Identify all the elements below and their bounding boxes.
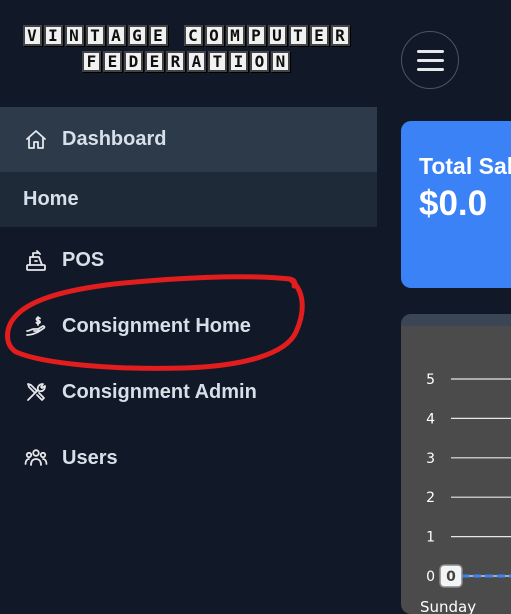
logo-letter: N: [271, 51, 290, 72]
sidebar-item-label: Consignment Home: [62, 314, 251, 337]
logo-letter: T: [208, 51, 227, 72]
y-tick-label: 0: [426, 569, 435, 585]
hamburger-line: [416, 67, 444, 71]
sales-chart: 5 4 3 2 1 0 0 Sunday: [420, 372, 511, 614]
logo-line-2: F E D E R A T I O N: [10, 51, 362, 72]
y-tick-label: 3: [426, 451, 435, 467]
logo-letter: C: [183, 25, 203, 46]
y-tick-label: 1: [426, 530, 435, 546]
hamburger-line: [416, 49, 444, 53]
logo-letter: M: [225, 25, 245, 46]
sidebar-item-pos[interactable]: POS: [0, 227, 377, 293]
logo-letter: I: [43, 25, 63, 46]
sidebar: Dashboard Home POS Consignment Home Cons…: [0, 107, 377, 491]
sidebar-item-consignment-admin[interactable]: Consignment Admin: [0, 359, 377, 425]
logo-letter: I: [229, 51, 248, 72]
total-sales-card: Total Sal $0.0: [401, 121, 511, 288]
sidebar-item-label: Users: [62, 446, 118, 469]
logo-letter: O: [204, 25, 224, 46]
cash-register-icon: [23, 247, 49, 273]
sidebar-item-consignment-home[interactable]: Consignment Home: [0, 293, 377, 359]
logo-letter: A: [106, 25, 126, 46]
site-logo[interactable]: V I N T A G E C O M P U T E R F E D E R …: [10, 25, 362, 72]
sales-chart-panel: 5 4 3 2 1 0 0 Sunday: [401, 314, 511, 614]
logo-letter: R: [166, 51, 185, 72]
x-tick-label: Sunday: [420, 598, 476, 614]
users-icon: [23, 445, 49, 471]
sidebar-item-home[interactable]: Home: [0, 172, 377, 227]
sidebar-item-label: Home: [23, 188, 79, 210]
logo-letter: E: [148, 25, 168, 46]
home-icon: [23, 127, 49, 153]
logo-letter: O: [250, 51, 269, 72]
logo-letter: E: [309, 25, 329, 46]
tools-icon: [23, 379, 49, 405]
logo-letter: P: [246, 25, 266, 46]
y-tick-label: 5: [426, 372, 435, 388]
logo-letter: T: [85, 25, 105, 46]
logo-letter: R: [330, 25, 350, 46]
card-title: Total Sal: [419, 153, 511, 179]
y-tick-label: 2: [426, 490, 435, 506]
logo-letter: F: [82, 51, 101, 72]
logo-letter: T: [288, 25, 308, 46]
data-label: 0: [439, 564, 463, 588]
logo-letter: N: [64, 25, 84, 46]
chart-panel-header: [401, 314, 511, 326]
sidebar-item-label: Consignment Admin: [62, 380, 257, 403]
data-label-text: 0: [446, 569, 456, 585]
logo-space: [170, 25, 182, 46]
y-tick-label: 4: [426, 411, 435, 427]
logo-letter: G: [127, 25, 147, 46]
logo-letter: A: [187, 51, 206, 72]
logo-line-1: V I N T A G E C O M P U T E R: [10, 25, 362, 46]
menu-toggle-button[interactable]: [401, 31, 459, 89]
logo-letter: U: [267, 25, 287, 46]
sidebar-item-label: POS: [62, 248, 105, 271]
sidebar-item-users[interactable]: Users: [0, 425, 377, 491]
hand-dollar-icon: [23, 313, 49, 339]
logo-letter: V: [22, 25, 42, 46]
sidebar-item-label: Dashboard: [62, 128, 167, 150]
card-value: $0.0: [419, 184, 488, 223]
logo-letter: E: [145, 51, 164, 72]
sidebar-item-dashboard[interactable]: Dashboard: [0, 107, 377, 172]
logo-letter: E: [103, 51, 122, 72]
hamburger-line: [416, 58, 444, 62]
logo-letter: D: [124, 51, 143, 72]
